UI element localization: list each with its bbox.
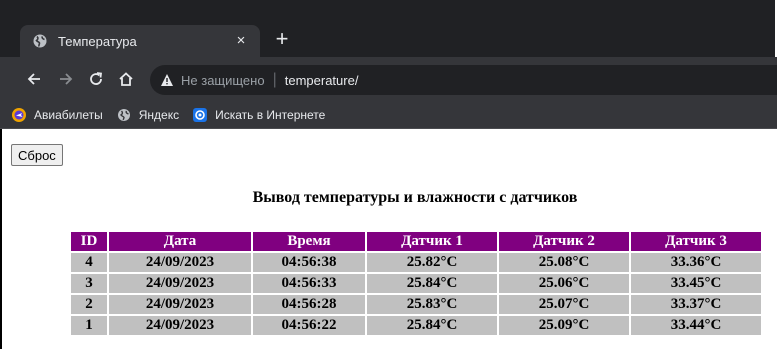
globe-icon: [33, 34, 47, 48]
search-engine-icon: [193, 107, 208, 122]
cell-id: 4: [71, 253, 107, 272]
cell-id: 2: [71, 295, 107, 314]
url-text[interactable]: temperature/: [285, 73, 359, 88]
bookmarks-bar: Авиабилеты Яндекс Искать в Интернете: [0, 101, 777, 129]
browser-tab[interactable]: Температура ×: [20, 25, 260, 57]
bookmark-label: Яндекс: [138, 107, 180, 122]
bookmark-yandex[interactable]: Яндекс: [117, 108, 179, 122]
table-row: 2 24/09/2023 04:56:28 25.83°C 25.07°C 33…: [71, 295, 761, 314]
table-row: 3 24/09/2023 04:56:33 25.84°C 25.06°C 33…: [71, 274, 761, 293]
cell-sensor-2: 25.06°C: [499, 274, 629, 293]
col-header-time: Время: [253, 232, 365, 251]
cell-date: 24/09/2023: [109, 295, 251, 314]
tab-title: Температура: [58, 33, 137, 49]
page-title: Вывод температуры и влажности с датчиков: [252, 189, 578, 206]
cell-time: 04:56:38: [253, 253, 365, 272]
home-button[interactable]: [116, 69, 136, 89]
cell-date: 24/09/2023: [109, 274, 251, 293]
cell-date: 24/09/2023: [109, 253, 251, 272]
arrow-left-icon: [27, 73, 40, 85]
bookmark-label: Авиабилеты: [34, 107, 103, 122]
reset-button[interactable]: Сброс: [11, 144, 63, 166]
col-header-sensor-1: Датчик 1: [367, 232, 497, 251]
bookmark-search-internet[interactable]: Искать в Интернете: [193, 107, 326, 122]
new-tab-button[interactable]: +: [270, 27, 294, 51]
address-bar[interactable]: Не защищено | temperature/: [150, 65, 777, 95]
cell-sensor-3: 33.37°C: [631, 295, 761, 314]
cell-time: 04:56:33: [253, 274, 365, 293]
plane-icon: [12, 107, 26, 122]
bookmark-aviabilety[interactable]: Авиабилеты: [12, 107, 103, 122]
col-header-sensor-3: Датчик 3: [631, 232, 761, 251]
cell-sensor-1: 25.82°C: [367, 253, 497, 272]
forward-button[interactable]: [56, 69, 76, 89]
cell-sensor-2: 25.07°C: [499, 295, 629, 314]
home-icon: [119, 72, 133, 86]
cell-id: 3: [71, 274, 107, 293]
cell-sensor-1: 25.84°C: [367, 274, 497, 293]
arrow-right-icon: [60, 73, 73, 85]
table-header-row: ID Дата Время Датчик 1 Датчик 2 Датчик 3: [71, 232, 761, 251]
cell-time: 04:56:28: [253, 295, 365, 314]
tab-close-button[interactable]: ×: [230, 33, 252, 49]
tab-strip: Температура × +: [0, 0, 777, 57]
table-row: 1 24/09/2023 04:56:22 25.84°C 25.09°C 33…: [71, 316, 761, 335]
cell-sensor-2: 25.08°C: [499, 253, 629, 272]
cell-sensor-3: 33.44°C: [631, 316, 761, 335]
page-content: Сброс Вывод температуры и влажности с да…: [0, 129, 777, 349]
cell-sensor-3: 33.36°C: [631, 253, 761, 272]
cell-sensor-3: 33.45°C: [631, 274, 761, 293]
bookmark-label: Искать в Интернете: [215, 107, 326, 122]
cell-date: 24/09/2023: [109, 316, 251, 335]
sensor-table: ID Дата Время Датчик 1 Датчик 2 Датчик 3…: [69, 230, 763, 337]
reload-button[interactable]: [86, 69, 106, 89]
globe-icon: [117, 108, 130, 121]
reload-icon: [90, 72, 103, 85]
col-header-date: Дата: [109, 232, 251, 251]
security-status[interactable]: Не защищено: [181, 73, 265, 88]
cell-sensor-1: 25.84°C: [367, 316, 497, 335]
omnibox-separator: |: [272, 71, 277, 88]
col-header-id: ID: [71, 232, 107, 251]
cell-sensor-2: 25.09°C: [499, 316, 629, 335]
col-header-sensor-2: Датчик 2: [499, 232, 629, 251]
cell-time: 04:56:22: [253, 316, 365, 335]
table-row: 4 24/09/2023 04:56:38 25.82°C 25.08°C 33…: [71, 253, 761, 272]
back-button[interactable]: [24, 69, 44, 89]
warning-icon: [161, 74, 173, 86]
cell-sensor-1: 25.83°C: [367, 295, 497, 314]
cell-id: 1: [71, 316, 107, 335]
browser-toolbar: Не защищено | temperature/: [0, 57, 777, 101]
